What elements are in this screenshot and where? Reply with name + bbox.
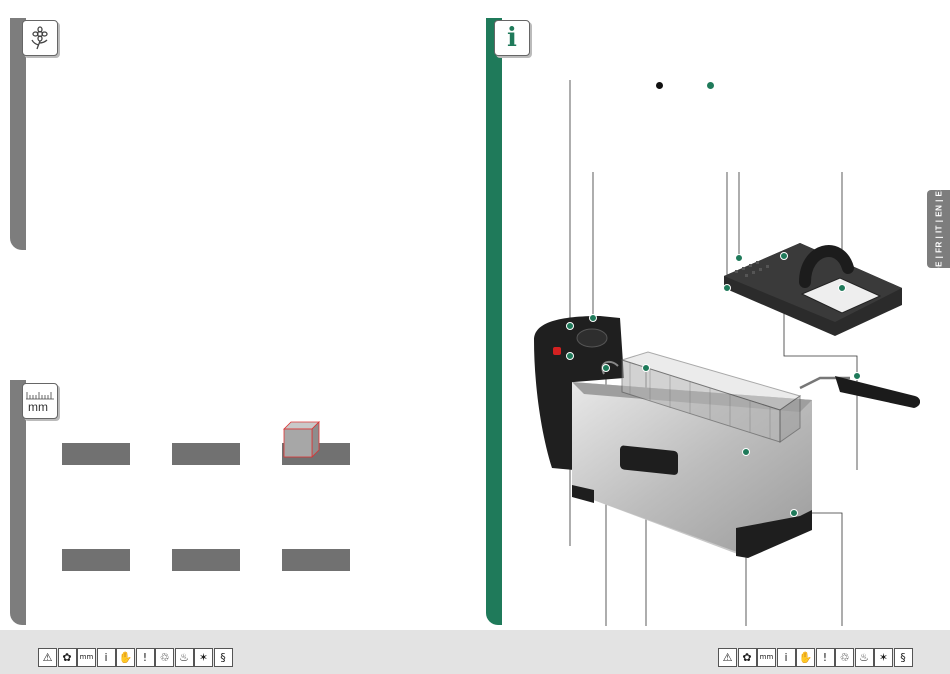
info-icon-box: i — [494, 20, 530, 56]
language-tab-label: DE | FR | IT | EN | ES — [934, 184, 943, 274]
exclamation-icon[interactable]: ! — [135, 648, 155, 667]
ruler-icon[interactable]: mm — [757, 648, 776, 667]
ruler-icon — [26, 392, 54, 400]
cooking-icon[interactable]: ♨ — [174, 648, 194, 667]
language-tab[interactable]: DE | FR | IT | EN | ES — [927, 185, 950, 273]
dimension-bar-6 — [282, 549, 350, 571]
info-icon[interactable]: i — [96, 648, 116, 667]
exclamation-icon[interactable]: ! — [815, 648, 835, 667]
recycle-icon[interactable]: ♲ — [155, 648, 174, 667]
cube-icon — [283, 421, 320, 458]
hand-icon[interactable]: ✋ — [796, 648, 815, 667]
hand-icon[interactable]: ✋ — [116, 648, 135, 667]
right-section-bar — [486, 18, 502, 625]
section-icon[interactable]: § — [893, 648, 913, 667]
flower-icon[interactable]: ✿ — [57, 648, 77, 667]
dimension-bar-2 — [172, 443, 240, 465]
cooking-icon[interactable]: ♨ — [854, 648, 874, 667]
snowflake-icon[interactable]: ✶ — [874, 648, 893, 667]
warning-icon[interactable]: ⚠ — [718, 648, 737, 667]
snowflake-icon[interactable]: ✶ — [194, 648, 213, 667]
dimension-bar-1 — [62, 443, 130, 465]
recycle-icon[interactable]: ♲ — [835, 648, 854, 667]
measure-unit-label: mm — [28, 400, 48, 414]
deep-fryer-illustration — [534, 80, 920, 626]
dimension-bar-4 — [62, 549, 130, 571]
warning-icon[interactable]: ⚠ — [38, 648, 57, 667]
basket-handle — [835, 376, 920, 408]
ruler-icon[interactable]: mm — [77, 648, 96, 667]
dimension-bar-5 — [172, 549, 240, 571]
flower-icon — [31, 26, 48, 50]
section-icon[interactable]: § — [213, 648, 233, 667]
flower-icon[interactable]: ✿ — [737, 648, 757, 667]
info-icon[interactable]: i — [776, 648, 796, 667]
fryer-lid — [724, 243, 902, 336]
ruler-icon-box: mm — [22, 383, 58, 419]
info-icon: i — [507, 23, 517, 53]
flower-icon-box — [22, 20, 58, 56]
